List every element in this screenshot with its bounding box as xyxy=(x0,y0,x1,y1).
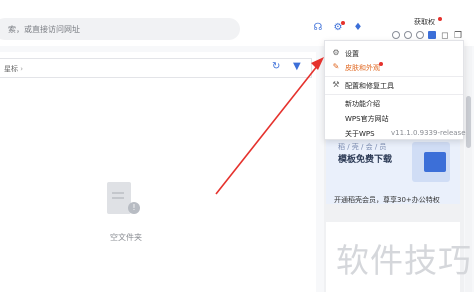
gear-icon: ⚙ xyxy=(332,48,340,57)
brush-icon: ✎ xyxy=(332,62,340,71)
status-circle-icon[interactable] xyxy=(404,31,412,39)
menu-item-whats-new[interactable]: 新功能介绍 xyxy=(325,95,463,111)
status-circle-icon[interactable] xyxy=(416,31,424,39)
promo-subtitle: 稻 / 壳 / 会 / 员 xyxy=(338,143,387,151)
menu-item-skins[interactable]: ✎ 皮肤和外观 xyxy=(325,59,463,75)
menu-item-label: 皮肤和外观 xyxy=(345,64,380,72)
user-name[interactable]: 获取权 xyxy=(414,17,435,27)
version-text: v11.1.0.9339-release xyxy=(391,129,466,137)
watermark: 软件技巧 xyxy=(336,241,472,280)
promo-title: 模板免费下载 xyxy=(338,155,393,165)
menu-item-repair-tools[interactable]: ⚒ 配置和修复工具 xyxy=(325,77,463,93)
headset-icon[interactable]: ☊ xyxy=(312,22,324,34)
filter-icon[interactable]: ▼ xyxy=(293,61,301,72)
menu-item-label: 关于WPS xyxy=(345,130,375,138)
settings-notification-dot xyxy=(341,21,345,25)
menu-item-label: WPS官方网站 xyxy=(345,115,389,123)
file-list-pane xyxy=(0,52,316,292)
skin-icon[interactable]: ♦ xyxy=(352,22,364,34)
refresh-icon[interactable]: ↻ xyxy=(272,61,280,72)
breadcrumb[interactable]: 星标 › xyxy=(0,58,312,78)
wrench-icon: ⚒ xyxy=(332,80,340,89)
info-badge-icon: ! xyxy=(128,202,140,214)
member-badge-icon[interactable] xyxy=(428,31,436,39)
menu-item-official-site[interactable]: WPS官方网站 xyxy=(325,110,463,126)
notification-dot xyxy=(379,62,383,66)
wps-home-window: 索，或直接访问网址 ☊ ⚙ ♦ 获取权 ◻ ❐ 星标 › ↻ ▼ ! 空文件夹 … xyxy=(0,0,474,292)
scrollbar-thumb[interactable] xyxy=(466,96,471,148)
settings-dropdown-menu: ⚙ 设置 ✎ 皮肤和外观 ⚒ 配置和修复工具 新功能介绍 WPS官方网站 关于W… xyxy=(324,40,466,141)
user-notification-dot xyxy=(438,17,442,21)
menu-item-label: 新功能介绍 xyxy=(345,100,380,108)
breadcrumb-label: 星标 xyxy=(4,65,18,73)
search-input[interactable]: 索，或直接访问网址 xyxy=(0,18,240,40)
menu-item-about[interactable]: 关于WPS v11.1.0.9339-release xyxy=(325,125,466,141)
status-circle-icon[interactable] xyxy=(392,31,400,39)
menu-item-label: 配置和修复工具 xyxy=(345,82,394,90)
menu-item-label: 设置 xyxy=(345,50,359,58)
empty-folder-label: 空文件夹 xyxy=(110,233,142,242)
promo-cta-text[interactable]: 开通稻壳会员，尊享30+办公特权 xyxy=(334,195,440,205)
promo-illustration xyxy=(412,142,450,182)
chevron-right-icon: › xyxy=(20,65,24,73)
